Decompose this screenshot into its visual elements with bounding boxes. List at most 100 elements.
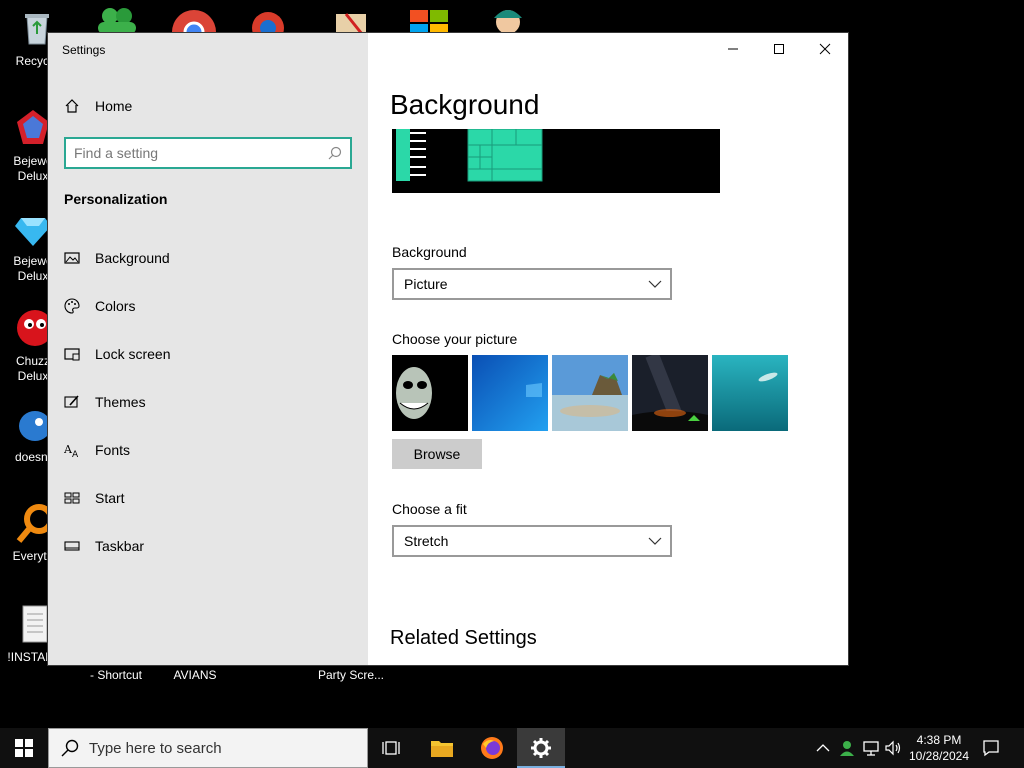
file-explorer-button[interactable] xyxy=(418,728,466,768)
start-button[interactable] xyxy=(0,728,48,768)
creepy-face-image xyxy=(392,355,468,431)
clock[interactable]: 4:38 PM 10/28/2024 xyxy=(906,732,972,764)
picture-thumbnail-5[interactable] xyxy=(712,355,788,431)
palette-icon xyxy=(64,298,80,314)
avatar-game-icon[interactable] xyxy=(486,4,530,34)
close-button[interactable] xyxy=(802,33,848,65)
taskbar-search-placeholder: Type here to search xyxy=(89,740,222,757)
users-icon[interactable] xyxy=(92,6,140,34)
bird-icon xyxy=(19,411,51,441)
picture-thumbnail-3[interactable] xyxy=(552,355,628,431)
brush-icon xyxy=(64,395,79,408)
section-title: Personalization xyxy=(64,191,168,207)
desktop-icon-label: Party Scre... xyxy=(317,668,385,682)
chrome-icon[interactable] xyxy=(170,6,218,34)
maximize-button[interactable] xyxy=(756,33,802,65)
network-icon[interactable] xyxy=(862,739,880,757)
browse-button[interactable]: Browse xyxy=(392,439,482,469)
desktop-icon-label: AVIANS xyxy=(173,668,217,682)
picture-thumbnail-1[interactable] xyxy=(392,355,468,431)
sidebar-item-fonts[interactable]: AA Fonts xyxy=(48,430,368,470)
fonts-icon: AA xyxy=(64,443,79,458)
sidebar-item-label: Home xyxy=(95,98,133,114)
sidebar-item-label: Lock screen xyxy=(95,346,171,362)
sidebar-item-taskbar[interactable]: Taskbar xyxy=(48,526,368,566)
sidebar-item-lock-screen[interactable]: Lock screen xyxy=(48,334,368,374)
settings-taskbar-button[interactable] xyxy=(517,728,565,768)
sidebar-item-label: Taskbar xyxy=(95,538,145,554)
search-setting-field[interactable] xyxy=(64,137,352,169)
window-title: Settings xyxy=(62,43,106,57)
background-type-dropdown[interactable]: Picture xyxy=(392,268,672,300)
chevron-down-icon xyxy=(648,537,662,545)
settings-content: Background Background Picture Choose you… xyxy=(368,33,848,665)
close-icon xyxy=(819,43,831,55)
settings-window: Settings Home Personalization Background… xyxy=(48,33,848,665)
text-file-icon xyxy=(22,605,48,643)
minimize-button[interactable] xyxy=(710,33,756,65)
desktop-icon-label: - Shortcut xyxy=(89,668,143,682)
clock-time: 4:38 PM xyxy=(916,733,962,747)
picture-thumbnail-4[interactable] xyxy=(632,355,708,431)
beach-rocks-image xyxy=(552,355,628,431)
picture-icon xyxy=(64,252,80,264)
maximize-icon xyxy=(774,44,784,54)
sidebar-item-label: Themes xyxy=(95,394,146,410)
firefox-icon xyxy=(481,737,503,759)
clock-date: 10/28/2024 xyxy=(908,749,970,763)
sidebar-item-label: Colors xyxy=(95,298,136,314)
choose-picture-label: Choose your picture xyxy=(392,331,518,347)
settings-sidebar: Settings Home Personalization Background… xyxy=(48,33,368,665)
underwater-image xyxy=(712,355,788,431)
windows-start-icon xyxy=(15,739,33,757)
sidebar-item-colors[interactable]: Colors xyxy=(48,286,368,326)
magnifier-icon xyxy=(16,504,54,543)
lock-screen-icon xyxy=(64,348,80,361)
gear-icon xyxy=(531,738,551,758)
user-tray-icon[interactable] xyxy=(838,739,856,757)
task-view-icon xyxy=(382,741,400,755)
notification-icon[interactable] xyxy=(982,739,1000,757)
choose-fit-dropdown[interactable]: Stretch xyxy=(392,525,672,557)
minimize-icon xyxy=(728,48,738,50)
background-type-label: Background xyxy=(392,244,467,260)
chevron-up-icon[interactable] xyxy=(816,742,830,754)
related-settings-title: Related Settings xyxy=(390,627,537,649)
sidebar-item-start[interactable]: Start xyxy=(48,478,368,518)
sidebar-item-label: Start xyxy=(95,490,125,506)
bejeweled-gem-icon xyxy=(17,110,49,144)
firefox-button[interactable] xyxy=(468,728,516,768)
taskbar: Type here to search 4:38 PM 10/28/2024 xyxy=(0,728,1024,768)
app-icon-box[interactable] xyxy=(334,10,368,34)
sidebar-item-themes[interactable]: Themes xyxy=(48,382,368,422)
home-icon xyxy=(65,99,79,113)
night-sky-image xyxy=(632,355,708,431)
picture-thumbnail-2[interactable] xyxy=(472,355,548,431)
chuzzle-icon xyxy=(17,310,53,346)
diamond-icon xyxy=(15,218,51,246)
windows-logo-icon[interactable] xyxy=(408,6,452,34)
sidebar-item-background[interactable]: Background xyxy=(48,238,368,278)
app-icon-red[interactable] xyxy=(248,6,288,34)
chevron-down-icon xyxy=(648,280,662,288)
task-view-button[interactable] xyxy=(368,728,416,768)
search-icon xyxy=(328,146,342,160)
sidebar-item-label: Background xyxy=(95,250,170,266)
start-icon xyxy=(64,492,80,504)
taskbar-search-box[interactable]: Type here to search xyxy=(48,728,368,768)
dropdown-value: Stretch xyxy=(404,533,449,549)
folder-icon xyxy=(431,741,453,757)
taskbar-icon xyxy=(64,541,80,551)
sidebar-item-label: Fonts xyxy=(95,442,131,458)
search-setting-input[interactable] xyxy=(74,144,314,162)
search-icon xyxy=(61,739,79,757)
svg-text:A: A xyxy=(72,450,79,458)
volume-icon[interactable] xyxy=(884,739,902,757)
windows-blue-image xyxy=(472,355,548,431)
page-title: Background xyxy=(390,89,540,120)
choose-fit-label: Choose a fit xyxy=(392,501,467,517)
dropdown-value: Picture xyxy=(404,276,448,292)
desktop-preview-image xyxy=(392,129,720,193)
background-preview xyxy=(392,129,720,193)
sidebar-item-home[interactable]: Home xyxy=(48,86,368,126)
